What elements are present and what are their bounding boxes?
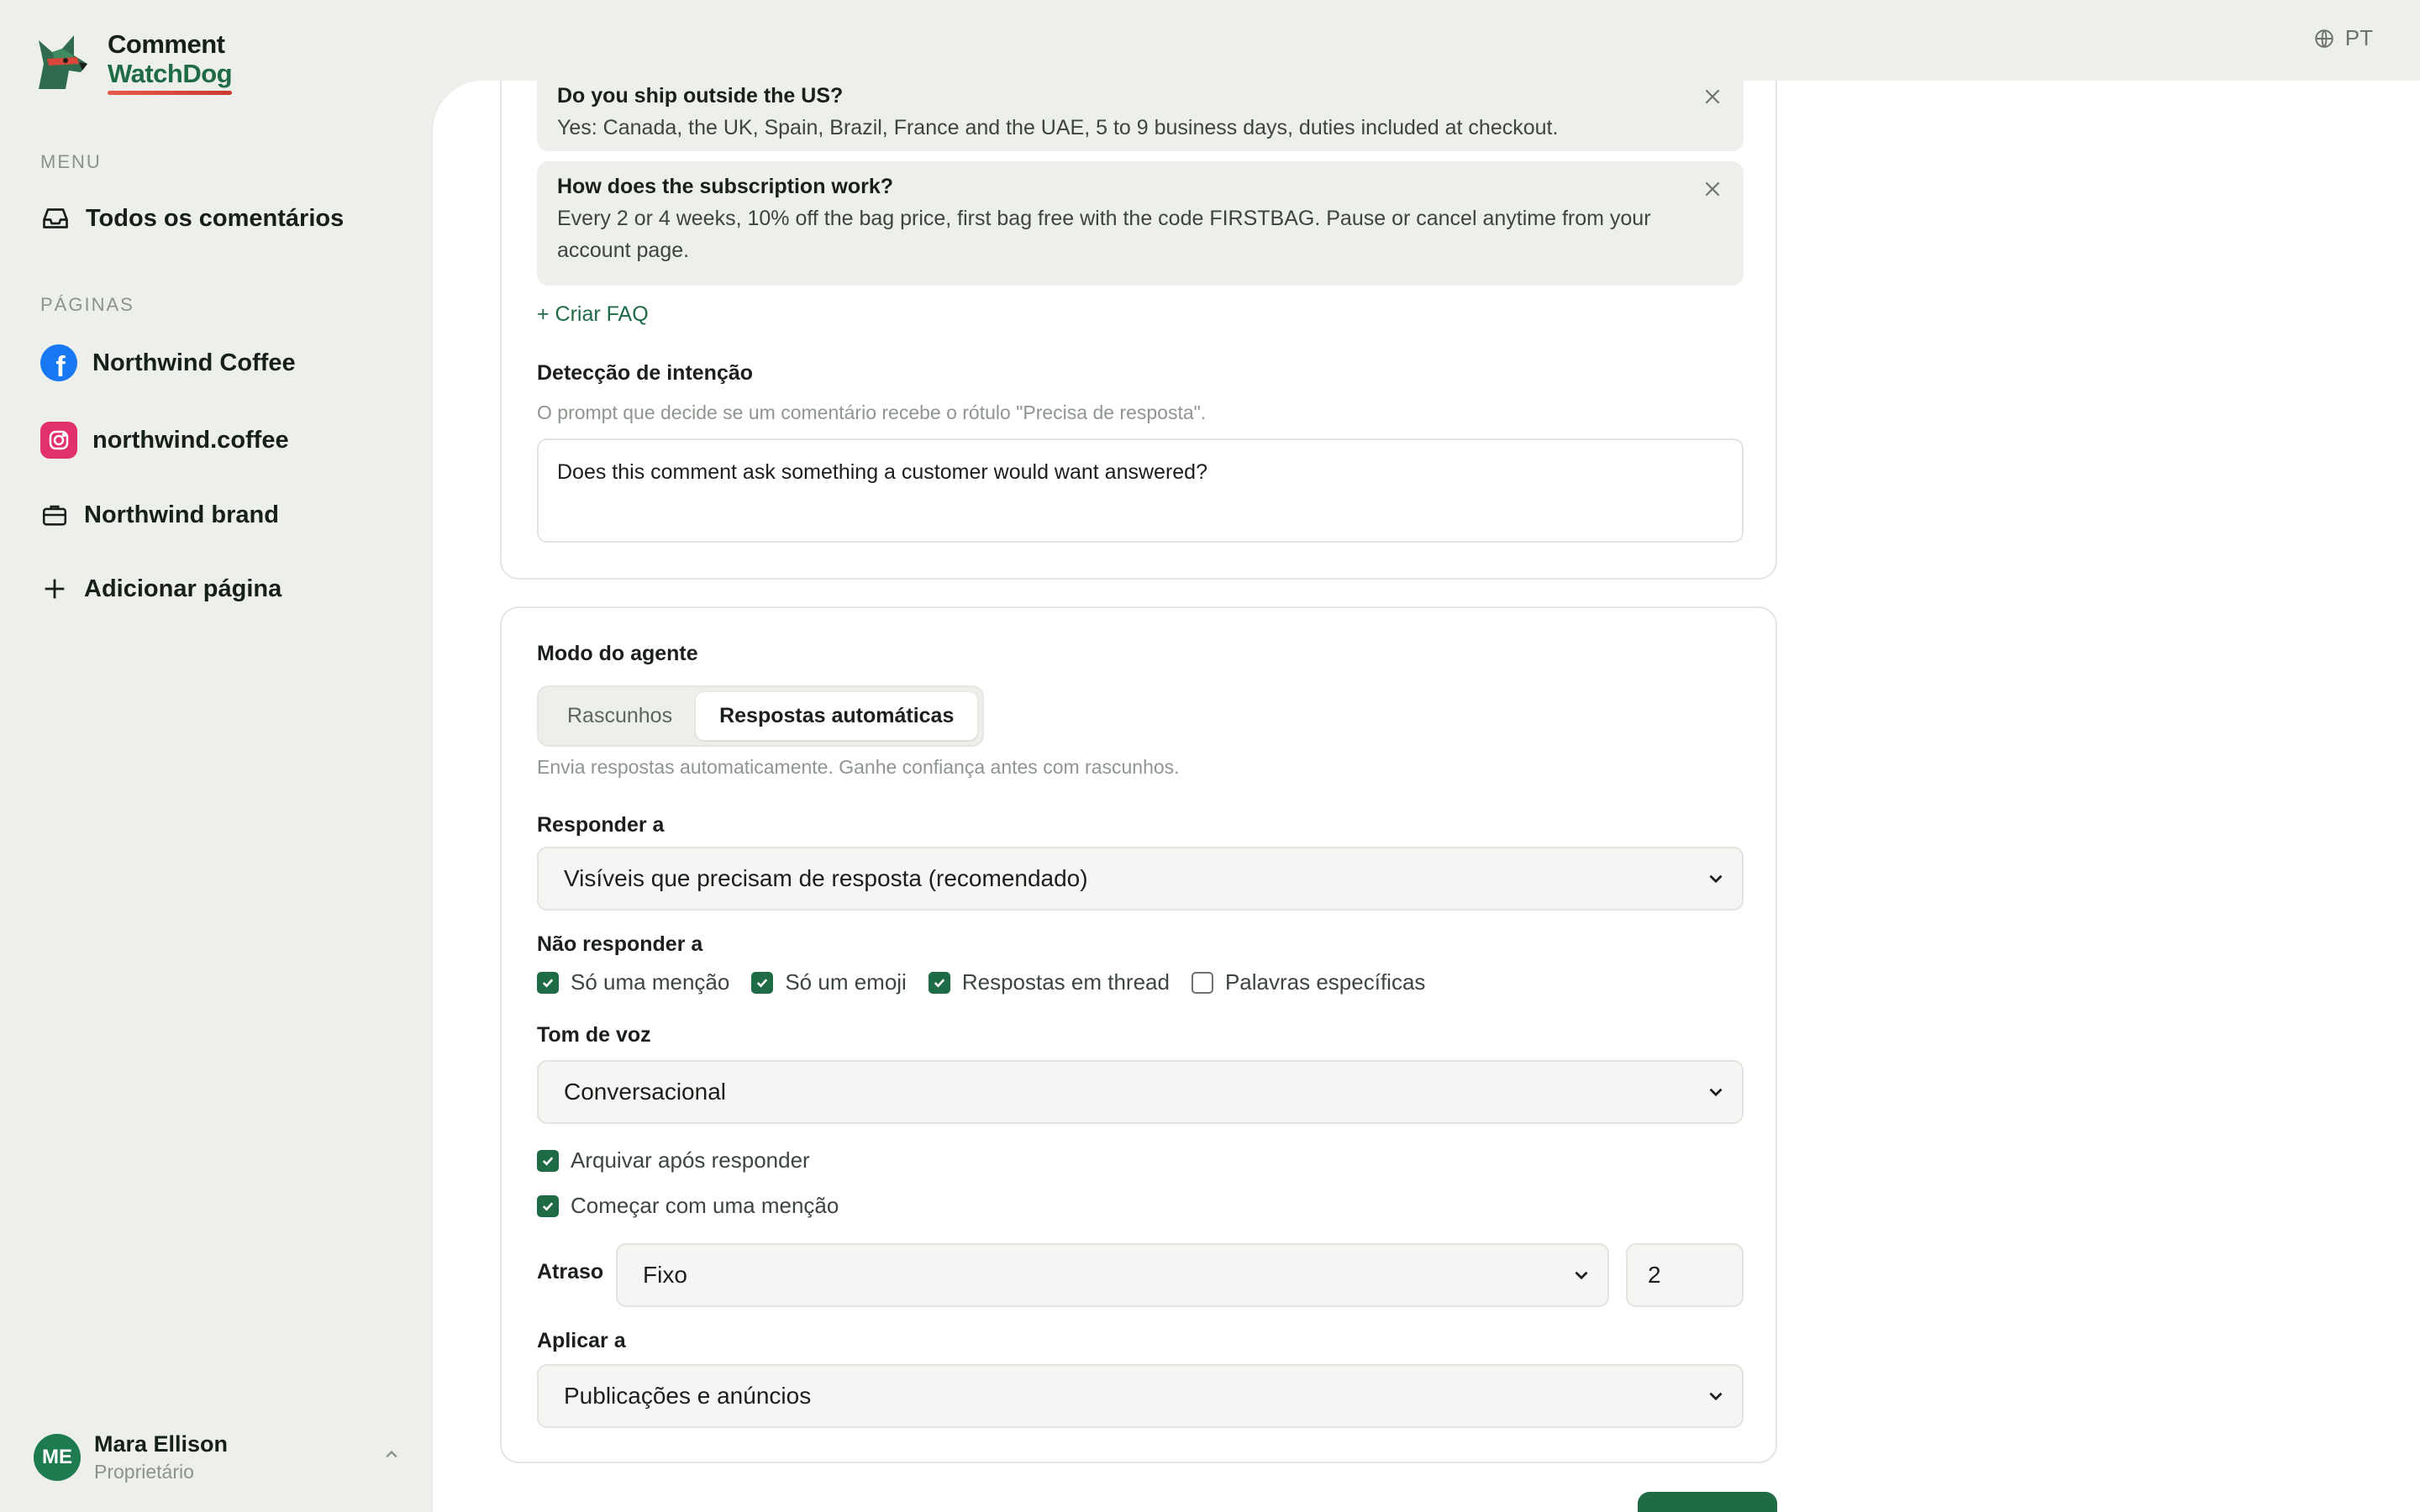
apply-to-value: Publicações e anúncios xyxy=(564,1383,812,1409)
checkbox-box xyxy=(537,1194,559,1217)
intent-prompt-textarea[interactable]: Does this comment ask something a custom… xyxy=(537,438,1744,543)
dont-reply-options: Só uma menção Só um emoji Respostas em t… xyxy=(537,969,1425,995)
close-icon[interactable] xyxy=(1702,86,1723,108)
pages-section-label: PÁGINAS xyxy=(40,294,134,315)
faq-answer: Every 2 or 4 weeks, 10% off the bag pric… xyxy=(557,207,1651,262)
checkbox-label: Só um emoji xyxy=(785,969,907,995)
checkbox-label: Só uma menção xyxy=(571,969,730,995)
intent-label: Detecção de intenção xyxy=(537,361,754,385)
menu-section-label: MENU xyxy=(40,151,102,172)
app-logo[interactable]: Comment WatchDog xyxy=(27,27,233,97)
reply-to-value: Visíveis que precisam de resposta (recom… xyxy=(564,865,1088,891)
checkbox-box xyxy=(751,971,774,994)
logo-underline xyxy=(108,91,232,95)
chevron-down-icon xyxy=(1709,1392,1723,1401)
save-button[interactable] xyxy=(1638,1492,1777,1512)
chevron-down-icon xyxy=(1575,1271,1588,1280)
close-icon[interactable] xyxy=(1702,178,1723,200)
user-name: Mara Ellison xyxy=(94,1431,229,1457)
logo-wordmark: Comment WatchDog xyxy=(108,29,233,95)
sidebar-item-label: northwind.coffee xyxy=(92,426,289,454)
avatar: ME xyxy=(34,1434,81,1481)
checkbox-box xyxy=(537,1149,559,1172)
user-role: Proprietário xyxy=(94,1461,194,1483)
dont-reply-label: Não responder a xyxy=(537,932,703,956)
logo-line-1: Comment xyxy=(108,29,225,59)
chevron-down-icon xyxy=(1709,1088,1723,1097)
delay-value-input[interactable]: 2 xyxy=(1626,1243,1744,1307)
checkbox-label: Arquivar após responder xyxy=(571,1147,810,1173)
checkbox-label: Respostas em thread xyxy=(961,969,1170,995)
tone-label: Tom de voz xyxy=(537,1023,651,1047)
agent-mode-label: Modo do agente xyxy=(537,642,698,665)
checkbox-box xyxy=(928,971,950,994)
sidebar: Comment WatchDog MENU Todos os comentári… xyxy=(0,0,432,1512)
instagram-icon xyxy=(40,422,77,459)
checkbox-label: Começar com uma menção xyxy=(571,1193,839,1218)
tone-select[interactable]: Conversacional xyxy=(537,1060,1744,1124)
reply-to-select[interactable]: Visíveis que precisam de resposta (recom… xyxy=(537,847,1744,911)
mode-auto-replies-tab[interactable]: Respostas automáticas xyxy=(696,692,978,740)
sidebar-item-label: Northwind brand xyxy=(84,501,279,528)
only-mention-checkbox[interactable]: Só uma menção xyxy=(537,969,729,995)
reply-to-label: Responder a xyxy=(537,813,665,837)
checkbox-label: Palavras específicas xyxy=(1224,969,1426,995)
archive-after-reply-checkbox[interactable]: Arquivar após responder xyxy=(537,1147,810,1173)
facebook-icon: f xyxy=(40,344,77,381)
sidebar-item-label: Northwind Coffee xyxy=(92,349,296,376)
chevron-down-icon xyxy=(1709,874,1723,884)
faq-answer: Yes: Canada, the UK, Spain, Brazil, Fran… xyxy=(557,116,1559,139)
faq-item: Do you ship outside the US? Yes: Canada,… xyxy=(537,81,1744,151)
delay-label: Atraso xyxy=(537,1260,604,1284)
checkbox-box xyxy=(537,971,559,994)
delay-type-select[interactable]: Fixo xyxy=(616,1243,1609,1307)
specific-words-checkbox[interactable]: Palavras específicas xyxy=(1191,969,1426,995)
only-emoji-checkbox[interactable]: Só um emoji xyxy=(751,969,907,995)
add-page-button[interactable]: Adicionar página xyxy=(40,575,281,603)
delay-type-value: Fixo xyxy=(643,1262,687,1288)
watchdog-logo-icon xyxy=(39,35,87,89)
language-switcher[interactable]: PT xyxy=(2313,25,2373,51)
checkbox-box xyxy=(1191,971,1213,994)
mode-drafts-tab[interactable]: Rascunhos xyxy=(544,692,696,740)
plus-icon xyxy=(45,579,65,599)
faq-item: How does the subscription work? Every 2 … xyxy=(537,161,1744,286)
briefcase-icon xyxy=(42,505,67,526)
sidebar-item-label: Todos os comentários xyxy=(86,204,345,232)
apply-to-label: Aplicar a xyxy=(537,1329,626,1352)
language-code: PT xyxy=(2344,25,2373,50)
intent-hint: O prompt que decide se um comentário rec… xyxy=(537,402,1207,423)
inbox-icon xyxy=(43,208,68,228)
agent-mode-toggle: Rascunhos Respostas automáticas xyxy=(537,685,985,747)
faq-question: How does the subscription work? xyxy=(557,175,894,198)
sidebar-item-all-comments[interactable]: Todos os comentários xyxy=(40,203,344,234)
user-menu[interactable]: ME Mara Ellison Proprietário xyxy=(34,1431,403,1483)
globe-icon xyxy=(2315,29,2333,48)
thread-replies-checkbox[interactable]: Respostas em thread xyxy=(928,969,1170,995)
sidebar-item-northwind-coffee[interactable]: f Northwind Coffee xyxy=(40,344,296,381)
chevron-up-icon[interactable] xyxy=(380,1443,403,1467)
start-with-mention-checkbox[interactable]: Começar com uma menção xyxy=(537,1193,839,1219)
sidebar-item-northwind-brand[interactable]: Northwind brand xyxy=(40,501,279,529)
create-faq-link[interactable]: + Criar FAQ xyxy=(537,302,649,327)
logo-line-2: WatchDog xyxy=(108,59,233,88)
tone-value: Conversacional xyxy=(564,1079,726,1105)
apply-to-select[interactable]: Publicações e anúncios xyxy=(537,1364,1744,1428)
agent-mode-hint: Envia respostas automaticamente. Ganhe c… xyxy=(537,756,1180,778)
sidebar-item-northwind-instagram[interactable]: northwind.coffee xyxy=(40,422,289,459)
faq-question: Do you ship outside the US? xyxy=(557,84,844,108)
main-panel: Do you ship outside the US? Yes: Canada,… xyxy=(432,81,2420,1512)
add-page-label: Adicionar página xyxy=(84,575,282,602)
agent-mode-card: Modo do agente Rascunhos Respostas autom… xyxy=(500,606,1777,1463)
knowledge-card: Do you ship outside the US? Yes: Canada,… xyxy=(500,81,1777,580)
